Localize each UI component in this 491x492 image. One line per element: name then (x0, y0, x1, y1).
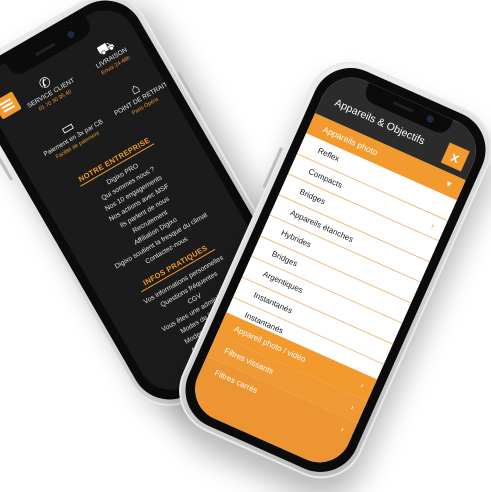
list-item-label: Bridges (298, 187, 327, 207)
list-item-label: Reflex (316, 146, 341, 164)
right-phone-screen: Appareils & Objectifs x Appareils photo … (184, 67, 487, 473)
chevron-right-icon: › (339, 424, 346, 434)
camera (65, 30, 76, 40)
chevron-right-icon: › (359, 380, 366, 390)
chevron-right-icon: › (429, 220, 437, 231)
speaker (34, 42, 56, 57)
list-item-label: Bridges (270, 248, 300, 269)
chevron-down-icon: ▼ (443, 178, 455, 190)
close-icon[interactable]: x (440, 142, 470, 172)
camera (425, 114, 435, 124)
chevron-right-icon: › (349, 402, 356, 412)
speaker (392, 100, 414, 113)
